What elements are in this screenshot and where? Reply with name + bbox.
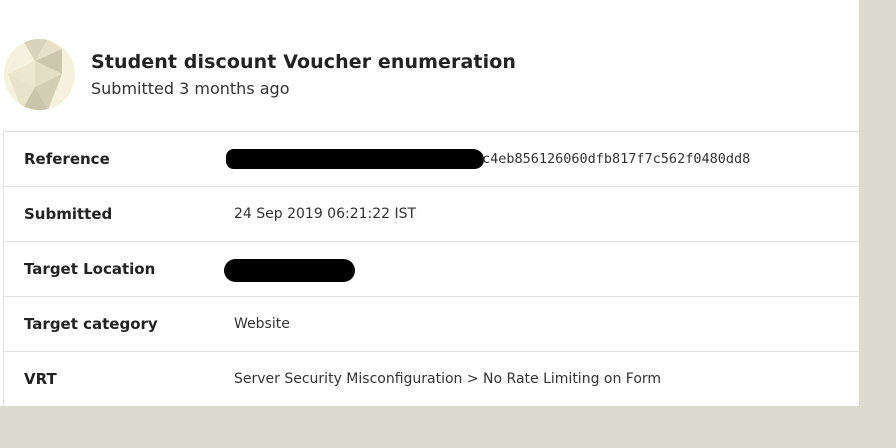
details-row-target-category: Target category Website	[4, 297, 859, 352]
report-title: Student discount Voucher enumeration	[91, 51, 516, 73]
details-row-reference: Reference c4eb856126060dfb817f7c562f0480…	[4, 132, 859, 187]
program-avatar	[4, 39, 75, 110]
submitted-value: 24 Sep 2019 06:21:22 IST	[234, 206, 417, 222]
reference-redaction	[226, 149, 484, 169]
submitted-label: Submitted	[24, 205, 113, 223]
vrt-value: Server Security Misconfiguration > No Ra…	[234, 371, 662, 387]
vrt-label: VRT	[24, 370, 57, 388]
details-row-vrt: VRT Server Security Misconfiguration > N…	[4, 352, 859, 406]
report-panel: Student discount Voucher enumeration Sub…	[0, 0, 859, 406]
report-details-table: Reference c4eb856126060dfb817f7c562f0480…	[3, 131, 859, 406]
target-category-value: Website	[234, 316, 290, 332]
details-row-submitted: Submitted 24 Sep 2019 06:21:22 IST	[4, 187, 859, 242]
target-location-label: Target Location	[24, 260, 156, 278]
details-row-target-location: Target Location	[4, 242, 859, 297]
target-location-redaction	[224, 259, 355, 282]
avatar-pattern-icon	[4, 39, 75, 110]
report-submitted-relative: Submitted 3 months ago	[91, 79, 290, 98]
reference-label: Reference	[24, 150, 110, 168]
target-category-label: Target category	[24, 315, 158, 333]
reference-value: c4eb856126060dfb817f7c562f0480dd8	[482, 151, 751, 167]
report-header: Student discount Voucher enumeration Sub…	[0, 36, 859, 116]
